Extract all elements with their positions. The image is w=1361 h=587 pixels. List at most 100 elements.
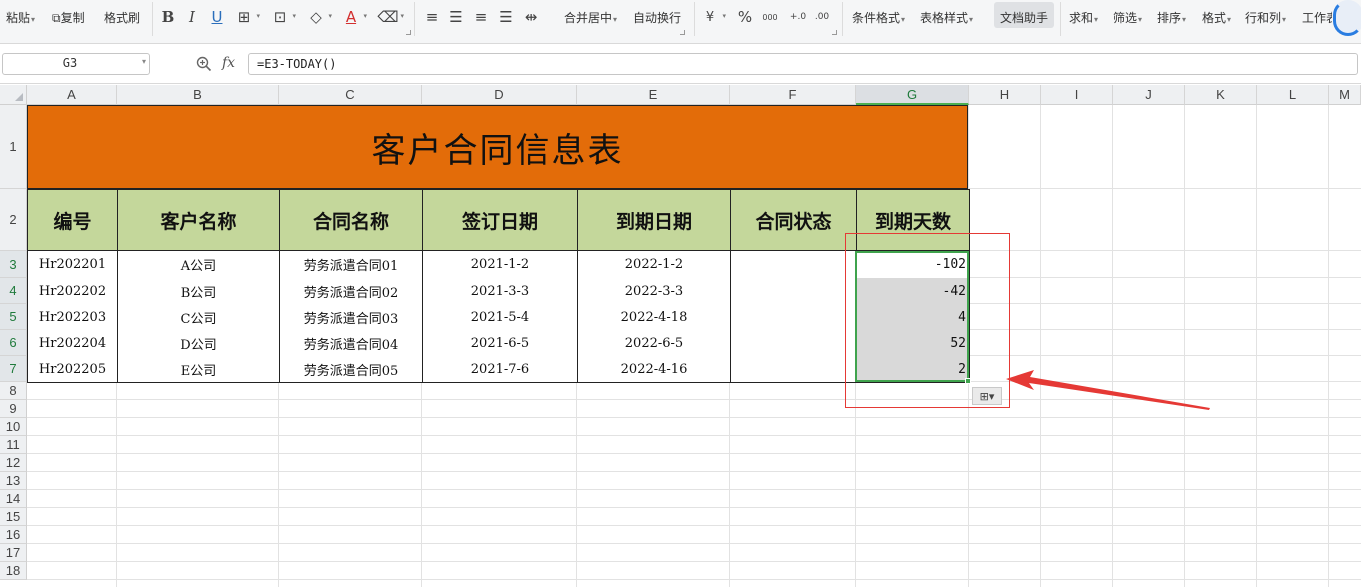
worksheet-button[interactable]: 工作表 [1302, 9, 1332, 27]
column-header-i[interactable]: I [1041, 85, 1113, 105]
table-cell[interactable]: -42 [856, 278, 970, 305]
row-header-16[interactable]: 16 [0, 526, 27, 544]
table-cell[interactable]: 劳务派遣合同05 [279, 356, 423, 383]
column-header-g[interactable]: G [856, 85, 969, 105]
align-right-button[interactable]: ≡ [471, 7, 491, 27]
column-header-h[interactable]: H [969, 85, 1041, 105]
row-header-12[interactable]: 12 [0, 454, 27, 472]
table-cell[interactable]: 2021-6-5 [422, 330, 578, 357]
borders-button[interactable]: ⊞ ▾ [234, 7, 260, 27]
table-cell[interactable]: 52 [856, 330, 970, 357]
decrease-decimal-button[interactable]: .00 [812, 7, 832, 27]
column-header-d[interactable]: D [422, 85, 577, 105]
sheet-title-cell[interactable]: 客户合同信息表 [27, 105, 968, 189]
clear-button[interactable]: ⌫ ▾ [377, 7, 404, 27]
distributed-button[interactable]: ⇹ [521, 7, 541, 27]
format-painter-button[interactable]: 格式刷 [104, 9, 140, 27]
table-style-button[interactable]: 表格样式▾ [920, 9, 973, 27]
font-color-button[interactable]: A ▾ [341, 7, 367, 27]
column-header-k[interactable]: K [1185, 85, 1257, 105]
column-header-l[interactable]: L [1257, 85, 1329, 105]
row-header-8[interactable]: 8 [0, 382, 27, 400]
table-cell[interactable]: 劳务派遣合同01 [279, 251, 423, 279]
column-header-j[interactable]: J [1113, 85, 1185, 105]
currency-button[interactable]: ¥ ▾ [700, 7, 726, 27]
table-cell[interactable]: B公司 [117, 278, 280, 305]
row-header-17[interactable]: 17 [0, 544, 27, 562]
row-header-7[interactable]: 7 [0, 356, 27, 382]
column-header-a[interactable]: A [27, 85, 117, 105]
header-cell[interactable]: 到期天数 [856, 189, 970, 251]
filter-button[interactable]: 筛选▾ [1113, 9, 1142, 27]
column-header-f[interactable]: F [730, 85, 856, 105]
table-cell[interactable]: 2 [856, 356, 970, 383]
row-header-5[interactable]: 5 [0, 304, 27, 330]
table-cell[interactable] [730, 278, 857, 305]
select-all-corner[interactable] [0, 85, 27, 105]
header-cell[interactable]: 合同名称 [279, 189, 423, 251]
table-cell[interactable]: 劳务派遣合同04 [279, 330, 423, 357]
column-header-m[interactable]: M [1329, 85, 1361, 105]
table-cell[interactable]: Hr202203 [27, 304, 118, 331]
row-header-2[interactable]: 2 [0, 189, 27, 251]
table-cell[interactable] [730, 356, 857, 383]
row-header-4[interactable]: 4 [0, 278, 27, 304]
table-cell[interactable]: 4 [856, 304, 970, 331]
table-cell[interactable] [730, 330, 857, 357]
row-header-18[interactable]: 18 [0, 562, 27, 580]
zoom-icon[interactable] [196, 56, 212, 72]
fill-color-button[interactable]: ◇ ▾ [306, 7, 332, 27]
table-cell[interactable]: 2022-4-16 [577, 356, 731, 383]
fx-icon[interactable]: fx [222, 55, 235, 71]
table-cell[interactable]: 2022-4-18 [577, 304, 731, 331]
format-button[interactable]: 格式▾ [1202, 9, 1231, 27]
header-cell[interactable]: 到期日期 [577, 189, 731, 251]
doc-assistant-button[interactable]: 文档助手 [1000, 9, 1048, 27]
column-header-c[interactable]: C [279, 85, 422, 105]
table-cell[interactable]: 2021-1-2 [422, 251, 578, 279]
table-cell[interactable] [730, 251, 857, 279]
justify-button[interactable]: ☰ [496, 7, 516, 27]
row-header-9[interactable]: 9 [0, 400, 27, 418]
increase-decimal-button[interactable]: +.0 [788, 7, 808, 27]
header-cell[interactable]: 编号 [27, 189, 118, 251]
fill-handle[interactable] [965, 378, 971, 384]
table-cell[interactable]: 2021-3-3 [422, 278, 578, 305]
copy-button[interactable]: ⧉复制 [52, 9, 85, 27]
italic-button[interactable]: I [182, 7, 202, 27]
font-dialog-launcher[interactable] [406, 30, 411, 35]
table-cell[interactable]: A公司 [117, 251, 280, 279]
wrap-text-button[interactable]: 自动换行 [633, 9, 681, 27]
number-dialog-launcher[interactable] [832, 30, 837, 35]
cell-format-button[interactable]: ⊡ ▾ [270, 7, 296, 27]
row-header-15[interactable]: 15 [0, 508, 27, 526]
merge-center-button[interactable]: 合并居中▾ [564, 9, 617, 27]
table-cell[interactable]: 2021-7-6 [422, 356, 578, 383]
quick-analysis-button[interactable]: ⊞▾ [972, 387, 1002, 405]
row-header-3[interactable]: 3 [0, 251, 27, 278]
table-cell[interactable]: 2021-5-4 [422, 304, 578, 331]
sum-button[interactable]: 求和▾ [1069, 9, 1098, 27]
table-cell[interactable]: 劳务派遣合同03 [279, 304, 423, 331]
header-cell[interactable]: 合同状态 [730, 189, 857, 251]
table-cell[interactable]: E公司 [117, 356, 280, 383]
column-header-b[interactable]: B [117, 85, 279, 105]
name-box[interactable]: G3 ▾ [2, 53, 150, 75]
underline-button[interactable]: U [207, 7, 227, 27]
user-avatar-icon[interactable] [1333, 0, 1361, 36]
row-header-6[interactable]: 6 [0, 330, 27, 356]
table-cell[interactable]: 劳务派遣合同02 [279, 278, 423, 305]
chevron-down-icon[interactable]: ▾ [142, 57, 146, 66]
formula-input[interactable]: =E3-TODAY() [248, 53, 1358, 75]
thousands-button[interactable]: 000 [760, 7, 780, 27]
align-dialog-launcher[interactable] [680, 30, 685, 35]
table-cell[interactable] [730, 304, 857, 331]
row-header-1[interactable]: 1 [0, 105, 27, 189]
table-cell[interactable]: C公司 [117, 304, 280, 331]
table-cell[interactable]: Hr202204 [27, 330, 118, 357]
header-cell[interactable]: 签订日期 [422, 189, 578, 251]
row-header-13[interactable]: 13 [0, 472, 27, 490]
row-col-button[interactable]: 行和列▾ [1245, 9, 1286, 27]
table-cell[interactable]: Hr202205 [27, 356, 118, 383]
table-cell[interactable]: Hr202202 [27, 278, 118, 305]
